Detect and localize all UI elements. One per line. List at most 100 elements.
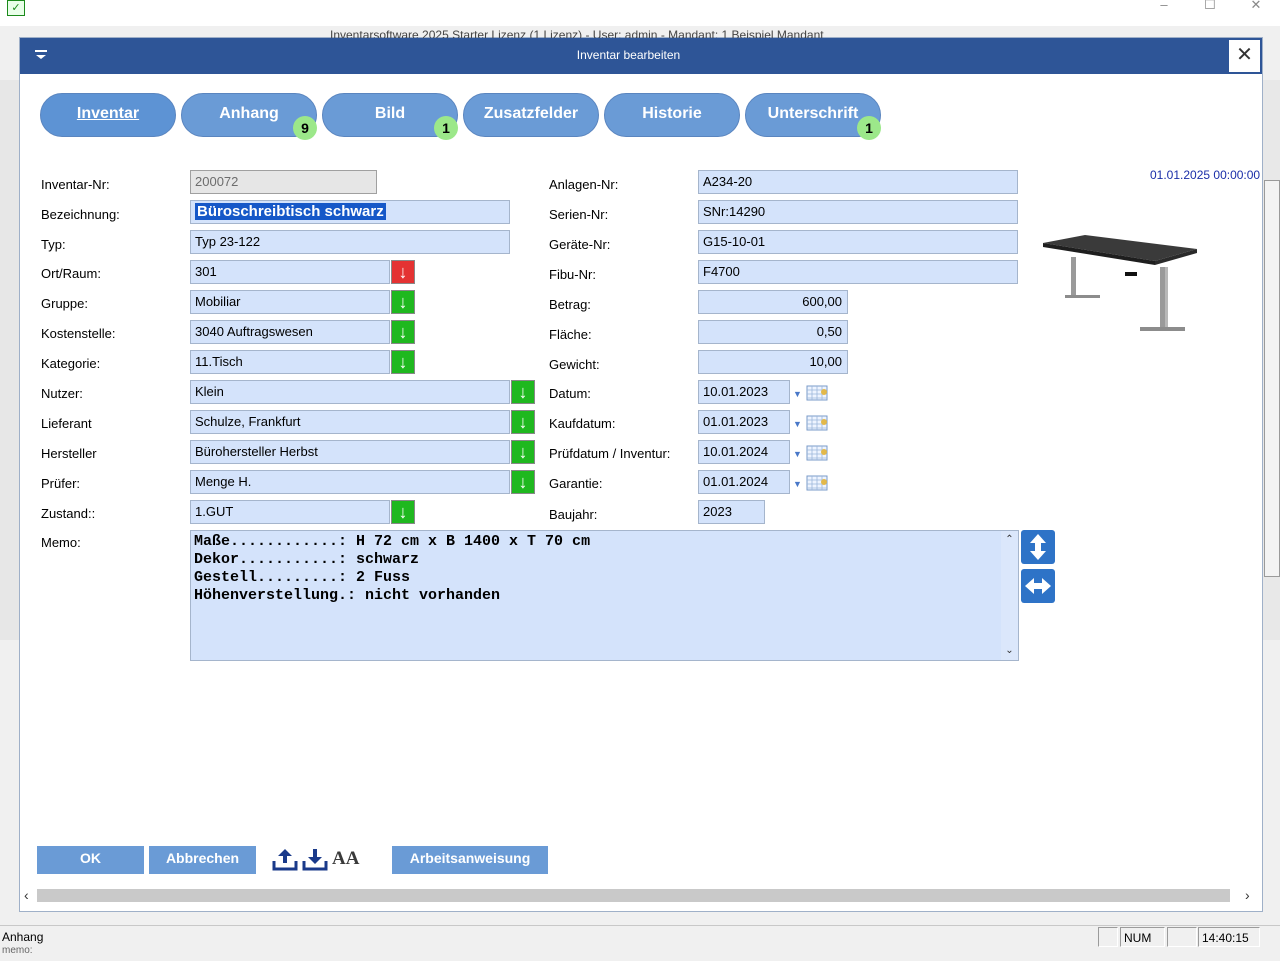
minimize-button[interactable]: – — [1144, 0, 1184, 12]
tab-unterschrift-badge: 1 — [857, 116, 881, 140]
kaufdatum-dropdown-icon[interactable]: ▼ — [793, 420, 803, 429]
arbeitsanweisung-button[interactable]: Arbeitsanweisung — [392, 846, 548, 874]
ok-button[interactable]: OK — [37, 846, 144, 874]
typ-label: Typ: — [41, 237, 66, 252]
flaeche-field[interactable]: 0,50 — [698, 320, 848, 344]
tab-bild-label: Bild — [374, 105, 406, 122]
product-image[interactable] — [1035, 205, 1215, 360]
status-memo-fragment: memo: — [2, 945, 33, 956]
hersteller-arrow-down-icon[interactable]: ↓ — [511, 440, 535, 464]
tab-anhang-badge: 9 — [293, 116, 317, 140]
fibu-nr-field[interactable]: F4700 — [698, 260, 1018, 284]
memo-line: Maße............: H 72 cm x B 1400 x T 7… — [194, 533, 591, 550]
ort-raum-arrow-down-icon[interactable]: ↓ — [391, 260, 415, 284]
status-cell-empty — [1167, 927, 1197, 947]
datum-label: Datum: — [549, 386, 591, 401]
kostenstelle-arrow-down-icon[interactable]: ↓ — [391, 320, 415, 344]
memo-scrollbar[interactable] — [1001, 531, 1018, 660]
expand-vertical-icon[interactable] — [1021, 530, 1055, 564]
pruefdatum-dropdown-icon[interactable]: ▼ — [793, 450, 803, 459]
upload-icon[interactable] — [272, 846, 298, 872]
memo-line: Dekor...........: schwarz — [194, 551, 420, 568]
serien-nr-label: Serien-Nr: — [549, 207, 609, 222]
typ-field[interactable]: Typ 23-122 — [190, 230, 510, 254]
memo-scroll-down-icon[interactable]: ⌄ — [1001, 645, 1018, 657]
garantie-calendar-icon[interactable] — [806, 475, 830, 492]
baujahr-field[interactable]: 2023 — [698, 500, 765, 524]
hersteller-field[interactable]: Bürohersteller Herbst — [190, 440, 510, 464]
geraete-nr-field[interactable]: G15-10-01 — [698, 230, 1018, 254]
app-title: Inventarsoftware 2025 Starter Lizenz (1 … — [330, 28, 824, 38]
download-icon[interactable] — [302, 846, 328, 872]
betrag-label: Betrag: — [549, 297, 591, 312]
window-close-button[interactable]: ✕ — [1236, 0, 1276, 12]
background-left-panel — [0, 80, 21, 640]
betrag-field[interactable]: 600,00 — [698, 290, 848, 314]
background-scrollbar[interactable] — [1264, 180, 1280, 577]
tab-anhang-label: Anhang — [219, 105, 279, 122]
zustand-arrow-down-icon[interactable]: ↓ — [391, 500, 415, 524]
dialog-close-button[interactable]: ✕ — [1228, 39, 1261, 73]
pruefer-arrow-down-icon[interactable]: ↓ — [511, 470, 535, 494]
tab-bild-badge: 1 — [434, 116, 458, 140]
nutzer-arrow-down-icon[interactable]: ↓ — [511, 380, 535, 404]
anlagen-nr-field[interactable]: A234-20 — [698, 170, 1018, 194]
garantie-dropdown-icon[interactable]: ▼ — [793, 480, 803, 489]
memo-scroll-up-icon[interactable]: ⌃ — [1001, 534, 1018, 546]
lieferant-field[interactable]: Schulze, Frankfurt — [190, 410, 510, 434]
kategorie-arrow-down-icon[interactable]: ↓ — [391, 350, 415, 374]
pruefer-field[interactable]: Menge H. — [190, 470, 510, 494]
tab-zusatzfelder[interactable]: Zusatzfelder — [463, 93, 599, 137]
maximize-button[interactable]: ☐ — [1190, 0, 1230, 12]
bezeichnung-value: Büroschreibtisch schwarz — [195, 203, 386, 220]
gruppe-arrow-down-icon[interactable]: ↓ — [391, 290, 415, 314]
bezeichnung-field[interactable]: Büroschreibtisch schwarz — [190, 200, 510, 224]
status-text: Anhang — [2, 930, 44, 944]
flaeche-label: Fläche: — [549, 327, 592, 342]
kaufdatum-calendar-icon[interactable] — [806, 415, 830, 432]
inventar-nr-field[interactable]: 200072 — [190, 170, 377, 194]
tab-historie-label: Historie — [642, 105, 702, 122]
dialog-menu-icon[interactable] — [34, 48, 50, 62]
zustand-field[interactable]: 1.GUT — [190, 500, 390, 524]
status-time: 14:40:15 — [1198, 927, 1260, 947]
nutzer-field[interactable]: Klein — [190, 380, 510, 404]
scroll-right-icon[interactable]: › — [1245, 887, 1250, 903]
date-stamp: 01.01.2025 00:00:00 — [1150, 168, 1261, 182]
gruppe-label: Gruppe: — [41, 296, 88, 311]
pruefdatum-calendar-icon[interactable] — [806, 445, 830, 462]
tab-historie[interactable]: Historie — [604, 93, 740, 137]
datum-field[interactable]: 10.01.2023 — [698, 380, 790, 404]
datum-dropdown-icon[interactable]: ▼ — [793, 390, 803, 399]
fibu-nr-label: Fibu-Nr: — [549, 267, 596, 282]
hersteller-label: Hersteller — [41, 446, 97, 461]
expand-horizontal-icon[interactable] — [1021, 569, 1055, 603]
gewicht-label: Gewicht: — [549, 357, 600, 372]
kaufdatum-field[interactable]: 01.01.2023 — [698, 410, 790, 434]
baujahr-label: Baujahr: — [549, 507, 598, 522]
ort-raum-field[interactable]: 301 — [190, 260, 390, 284]
anlagen-nr-label: Anlagen-Nr: — [549, 177, 619, 192]
scroll-left-icon[interactable]: ‹ — [24, 887, 29, 903]
font-size-icon[interactable]: AA — [332, 848, 359, 870]
tab-zusatzfelder-label: Zusatzfelder — [483, 105, 579, 122]
memo-label: Memo: — [41, 535, 81, 550]
app-checkmark-icon: ✓ — [7, 0, 25, 16]
garantie-field[interactable]: 01.01.2024 — [698, 470, 790, 494]
lieferant-arrow-down-icon[interactable]: ↓ — [511, 410, 535, 434]
serien-nr-field[interactable]: SNr:14290 — [698, 200, 1018, 224]
gewicht-field[interactable]: 10,00 — [698, 350, 848, 374]
bezeichnung-label: Bezeichnung: — [41, 207, 120, 222]
abbrechen-button[interactable]: Abbrechen — [149, 846, 256, 874]
status-num: NUM — [1120, 927, 1165, 947]
kostenstelle-field[interactable]: 3040 Auftragswesen — [190, 320, 390, 344]
tab-inventar[interactable]: Inventar — [40, 93, 176, 137]
kategorie-field[interactable]: 11.Tisch — [190, 350, 390, 374]
inventar-nr-label: Inventar-Nr: — [41, 177, 110, 192]
status-cell-empty — [1098, 927, 1118, 947]
gruppe-field[interactable]: Mobiliar — [190, 290, 390, 314]
scrollbar-thumb[interactable] — [37, 889, 1230, 902]
tab-unterschrift-label: Unterschrift — [767, 105, 859, 122]
datum-calendar-icon[interactable] — [806, 385, 830, 402]
pruefdatum-field[interactable]: 10.01.2024 — [698, 440, 790, 464]
